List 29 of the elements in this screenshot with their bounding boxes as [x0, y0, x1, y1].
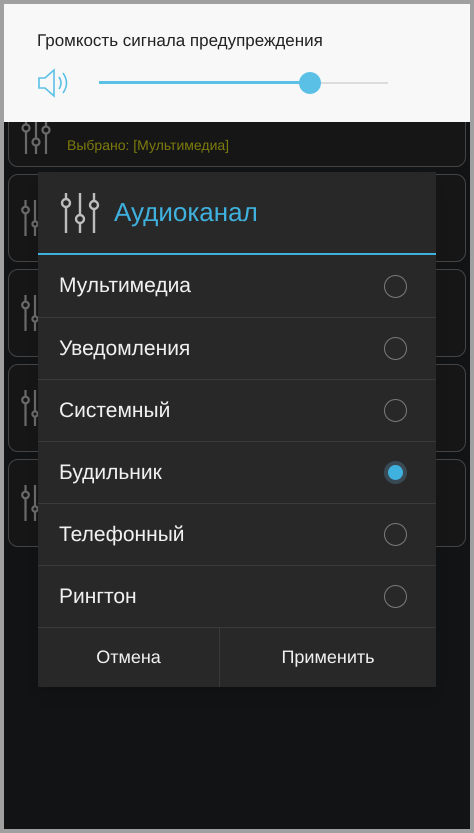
- option-row[interactable]: Рингтон: [38, 565, 436, 627]
- sliders-icon: [60, 190, 100, 234]
- sliders-icon: [21, 293, 38, 333]
- sliders-icon: [21, 483, 38, 523]
- option-label: Системный: [59, 398, 170, 424]
- radio-button[interactable]: [384, 337, 407, 360]
- volume-slider[interactable]: [99, 70, 388, 94]
- panel-title: Громкость сигнала предупреждения: [37, 30, 323, 52]
- option-row[interactable]: Будильник: [38, 441, 436, 503]
- sliders-icon: [21, 198, 38, 238]
- card-subtitle: Выбрано: [Мультимедиа]: [67, 136, 230, 155]
- option-row[interactable]: Телефонный: [38, 503, 436, 565]
- option-label: Рингтон: [59, 584, 137, 610]
- radio-button[interactable]: [384, 399, 407, 422]
- option-label: Телефонный: [59, 522, 185, 548]
- radio-button[interactable]: [384, 274, 407, 298]
- option-label: Будильник: [59, 460, 162, 486]
- sliders-icon: [21, 388, 38, 428]
- cancel-button[interactable]: Отмена: [38, 628, 220, 687]
- option-row[interactable]: Уведомления: [38, 317, 436, 379]
- radio-button[interactable]: [384, 461, 407, 484]
- option-row[interactable]: Системный: [38, 379, 436, 441]
- option-row[interactable]: Мультимедиа: [38, 255, 436, 317]
- apply-button[interactable]: Применить: [220, 628, 436, 687]
- dialog-title: Аудиоканал: [114, 196, 258, 229]
- radio-button[interactable]: [384, 523, 407, 546]
- radio-button[interactable]: [384, 585, 407, 608]
- option-label: Мультимедиа: [59, 273, 191, 300]
- option-label: Уведомления: [59, 336, 190, 362]
